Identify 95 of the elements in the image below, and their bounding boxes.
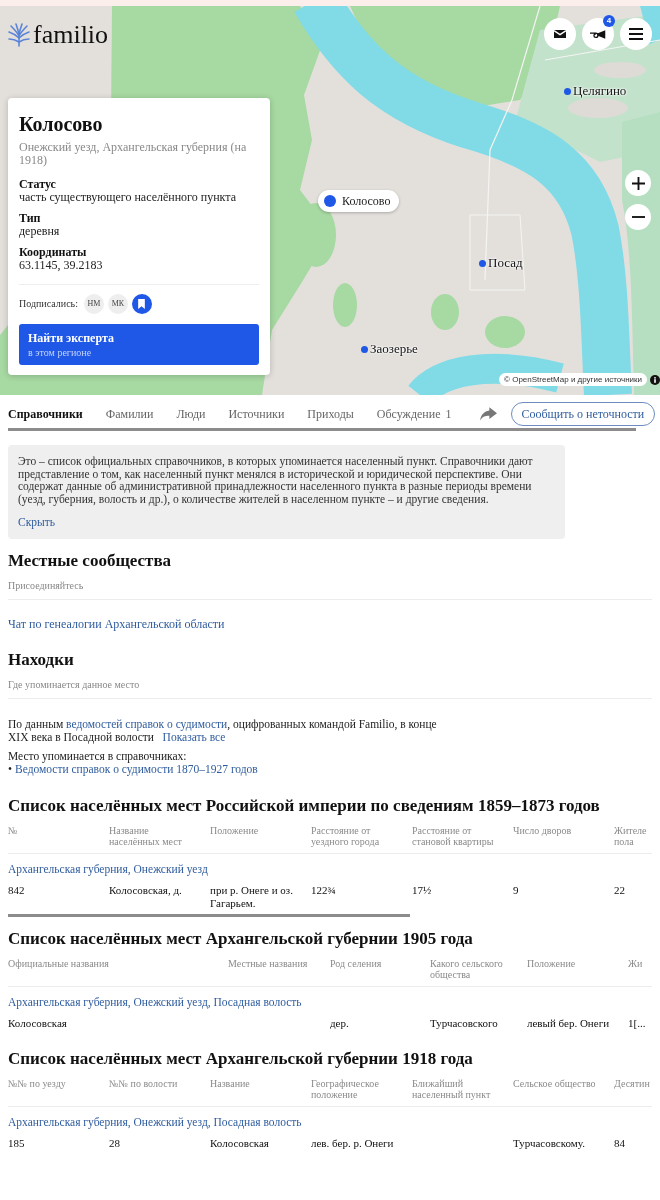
region-link[interactable]: Архангельская губерния, Онежский уезд, Посадная волость <box>8 995 302 1009</box>
bookmark-button[interactable] <box>131 294 152 314</box>
table-cell-text: 842 <box>8 884 26 897</box>
plus-icon <box>631 176 645 190</box>
table-cell-text: 22 <box>614 884 626 897</box>
place-marker-icon <box>479 259 486 267</box>
table-cell-text: 122¾ <box>311 884 337 897</box>
column-header: Местные названия <box>228 958 309 969</box>
scrollbar-thumb[interactable] <box>8 914 410 917</box>
table-cell-text: Колосовская <box>210 1137 270 1150</box>
table-cell-text: 17½ <box>412 884 433 897</box>
findings-text: По данным ведомостей справок о судимости, оцифрованных командой Familio, в конце XIX века в Посадной волости Показать все <box>8 718 438 743</box>
share-icon[interactable] <box>479 407 497 421</box>
column-header: Сельское общество <box>513 1078 597 1089</box>
table-cell-text: лев. бер. р. Онеги <box>311 1137 395 1150</box>
table-title: Список населённых мест Архангельской губернии 1918 года <box>8 1049 474 1069</box>
info-icon[interactable] <box>650 374 660 385</box>
minus-icon <box>631 216 645 218</box>
column-header: Жителе пола <box>614 825 648 847</box>
column-header: Положение <box>527 958 577 969</box>
tab[interactable]: Обсуждение 1 <box>376 406 452 422</box>
place-label[interactable]: Посад <box>488 255 523 271</box>
table-title: Список населённых мест Архангельской губернии 1905 года <box>8 929 474 949</box>
place-marker-icon <box>564 87 571 95</box>
place-label[interactable]: Заозерье <box>370 341 418 357</box>
column-header: №№ по уезду <box>8 1078 67 1089</box>
section-title: Местные сообщества <box>8 550 173 572</box>
avatar[interactable]: МК <box>107 294 128 314</box>
column-header: Расстояние от уездного города <box>311 825 381 847</box>
place-marker-icon <box>324 195 336 207</box>
region-link[interactable]: Архангельская губерния, Онежский уезд, Посадная волость <box>8 1115 302 1129</box>
tab[interactable]: Фамилии <box>105 406 154 422</box>
show-all-link[interactable]: Показать все <box>162 730 226 743</box>
region-link[interactable]: Архангельская губерния, Онежский уезд <box>8 862 208 876</box>
mail-icon <box>554 30 566 38</box>
column-header: Название <box>210 1078 251 1089</box>
table-cell-text: 84 <box>614 1137 626 1150</box>
table-cell-text: Турчасовского <box>430 1017 499 1030</box>
column-header: Число дворов <box>513 825 573 836</box>
table-cell-text: 28 <box>109 1137 121 1150</box>
find-expert-button[interactable]: Найти эксперта в этом регионе <box>19 324 259 365</box>
place-title: Колосово <box>19 112 104 136</box>
section-title: Находки <box>8 649 75 671</box>
map-attribution[interactable]: © OpenStreetMap и другие источники <box>499 373 647 386</box>
column-header: Расстояние от становой квартиры <box>412 825 495 847</box>
field-value: часть существующего населённого пункта <box>19 191 237 204</box>
logo-wordmark[interactable]: familio <box>33 20 109 50</box>
place-pin[interactable]: Колосово <box>318 190 400 212</box>
column-header: Название населённых мест <box>109 825 183 847</box>
place-label[interactable]: Целягино <box>573 83 627 99</box>
section-subtitle: Где упоминается данное место <box>8 679 141 691</box>
table-cell-text: при р. Онеге и оз. Гагарьем. <box>210 884 294 910</box>
bullet: • <box>8 762 13 775</box>
column-header: Род селения <box>330 958 383 969</box>
subscribers-label: Подписались: <box>19 298 78 310</box>
table-cell-text: Турчасовскому. <box>513 1137 586 1150</box>
table-cell-text: 185 <box>8 1137 26 1150</box>
column-header: Десятин <box>614 1078 651 1089</box>
section-subtitle: Присоединяйтесь <box>8 580 85 592</box>
table-cell-text: Колосовская <box>8 1017 68 1030</box>
table-cell-text: 1[... <box>628 1017 647 1030</box>
column-header: Положение <box>210 825 260 836</box>
field-value: деревня <box>19 225 61 238</box>
bookmark-icon <box>138 299 146 309</box>
tab[interactable]: Люди <box>176 406 206 422</box>
column-header: №№ по волости <box>109 1078 179 1089</box>
field-label: Тип <box>19 212 42 225</box>
mentions-label: Место упоминается в справочниках: <box>8 750 188 763</box>
horn-icon <box>590 29 606 39</box>
column-header: № <box>8 825 19 836</box>
hide-link[interactable]: Скрыть <box>18 516 55 529</box>
column-header: Официальные названия <box>8 958 110 969</box>
tree-icon <box>8 23 30 47</box>
column-header: Географическое положение <box>311 1078 380 1100</box>
avatar[interactable]: НМ <box>83 294 104 314</box>
field-label: Статус <box>19 178 57 191</box>
column-header: Жи <box>628 958 644 969</box>
field-label: Координаты <box>19 246 88 259</box>
table-cell-text: дер. <box>330 1017 350 1030</box>
place-marker-icon <box>361 345 368 353</box>
tab[interactable]: Справочники <box>8 406 83 422</box>
menu-icon <box>629 28 643 40</box>
info-text: Это – список официальных справочников, в которых упоминается населенный пункт. Справочники дают представление о том, как населенный пункт менялся в исторической и юридической перспективе. Они содержат данные об административной принадлежности населенного пункта в разные периоды времени (уезд, губерния, волость и др.), о количестве жителей в населенном пункте – и другие сведения. <box>18 455 534 505</box>
table-cell-text: Колосовская, д. <box>109 884 183 897</box>
reference-link[interactable]: Ведомости справок о судимости 1870–1927 годов <box>15 762 258 775</box>
table-cell-text: 9 <box>513 884 520 897</box>
table-cell-text: левый бер. Онеги <box>527 1017 611 1030</box>
column-header: Ближайший населенный пункт <box>412 1078 492 1100</box>
community-link[interactable]: Чат по генеалогии Архангельской области <box>8 617 225 631</box>
field-value: 63.1145, 39.2183 <box>19 259 104 272</box>
column-header: Какого сельского общества <box>430 958 504 980</box>
table-title: Список населённых мест Российской империи по сведениям 1859–1873 годов <box>8 796 601 816</box>
tab[interactable]: Источники <box>228 406 285 422</box>
tab[interactable]: Приходы <box>307 406 354 422</box>
place-subtitle: Онежский уезд, Архангельская губерния (на 1918) <box>19 141 248 167</box>
